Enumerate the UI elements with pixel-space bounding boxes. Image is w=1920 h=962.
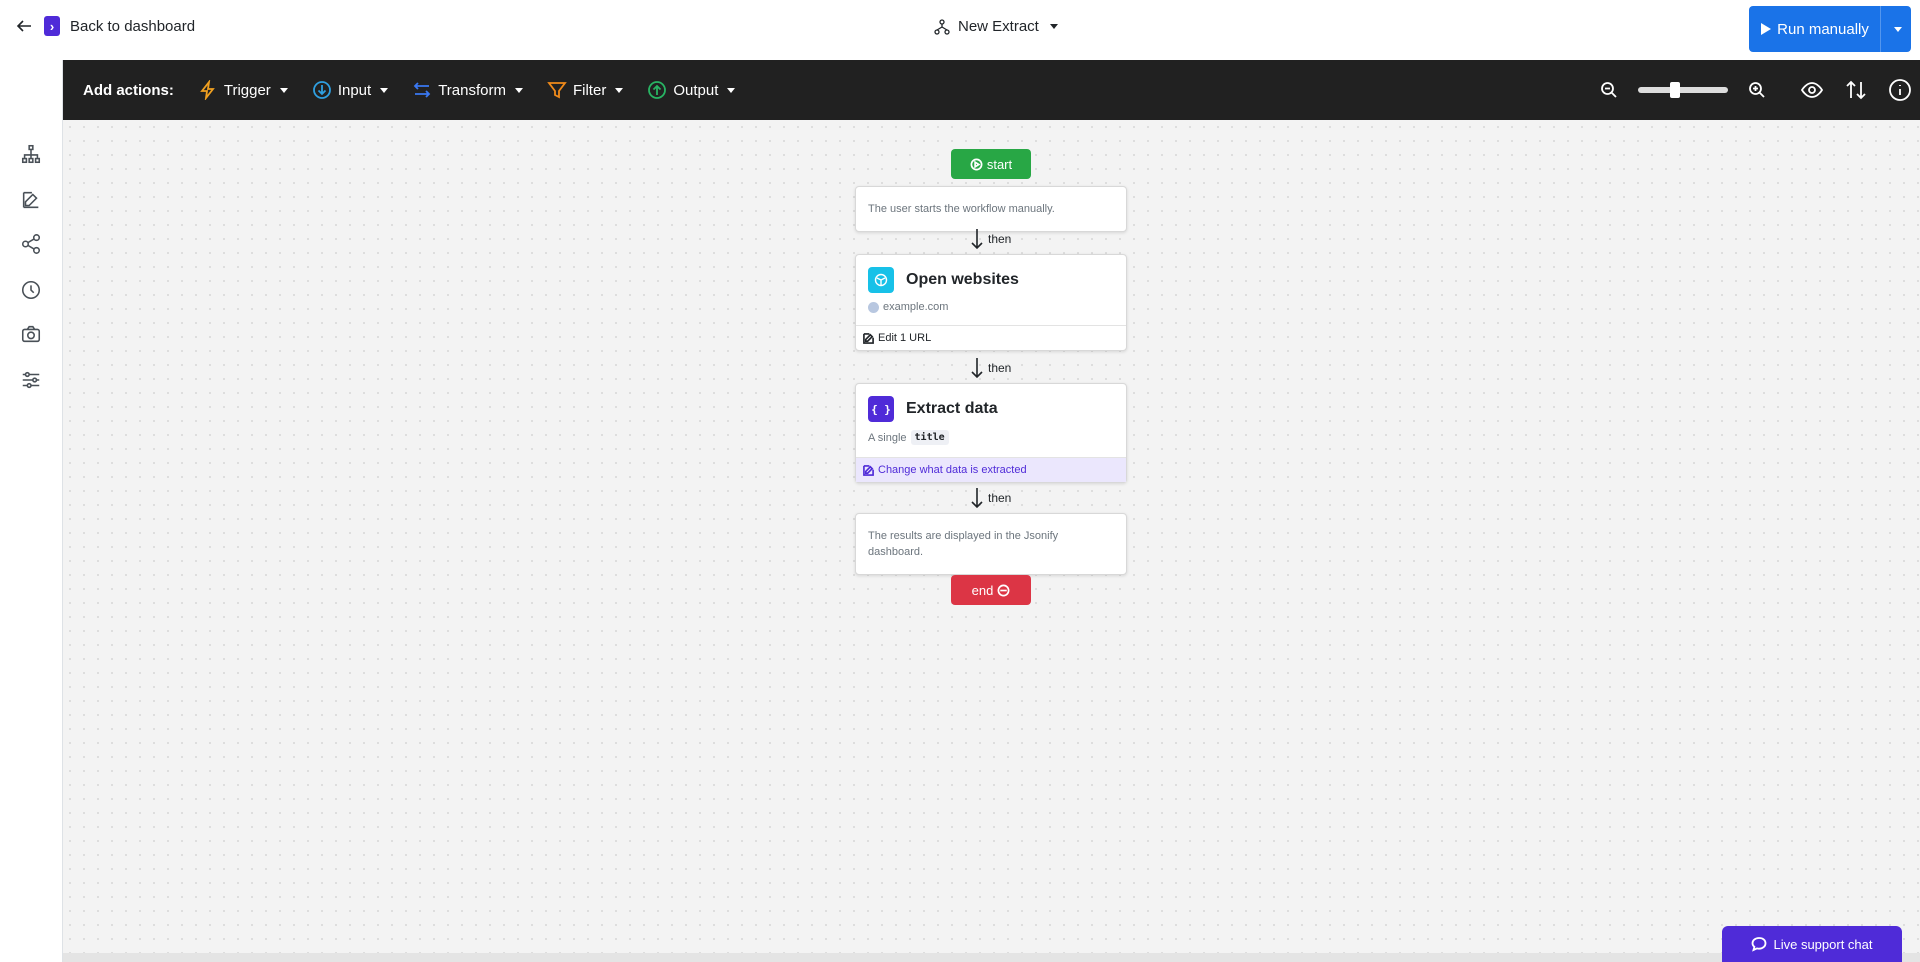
info-icon[interactable]	[1888, 78, 1912, 102]
zoom-slider-thumb[interactable]	[1670, 82, 1680, 98]
toolbar-right-controls	[1600, 60, 1920, 120]
edit-icon	[863, 332, 874, 344]
end-label: end	[971, 582, 994, 598]
start-note-card: The user starts the workflow manually.	[855, 186, 1127, 232]
live-support-chat-button[interactable]: Live support chat	[1722, 926, 1902, 962]
chevron-down-icon	[380, 87, 389, 93]
end-node[interactable]: end	[951, 575, 1031, 605]
chevron-down-icon	[1893, 26, 1902, 32]
card-title: Extract data	[906, 400, 998, 417]
zoom-in-icon[interactable]	[1748, 81, 1766, 99]
add-actions-label: Add actions:	[83, 81, 174, 99]
card-description: A single title	[856, 422, 1126, 457]
then-connector: then	[970, 357, 1011, 379]
sitemap-icon[interactable]	[19, 142, 43, 166]
card-title: Open websites	[906, 271, 1019, 288]
back-label: Back to dashboard	[70, 17, 196, 35]
edit-icon	[863, 464, 874, 476]
arrow-down-icon	[971, 229, 983, 250]
horizontal-scrollbar[interactable]	[63, 953, 1920, 962]
chevron-down-icon	[727, 87, 736, 93]
zoom-slider[interactable]	[1638, 82, 1728, 98]
run-main[interactable]: Run manually	[1749, 6, 1881, 52]
output-dropdown[interactable]: Output	[647, 80, 736, 100]
workflow-title-dropdown[interactable]: New Extract	[934, 18, 1058, 35]
trigger-label: Trigger	[223, 81, 271, 99]
end-note: The results are displayed in the Jsonify…	[868, 530, 1059, 558]
stop-circle-icon	[997, 584, 1010, 596]
then-label: then	[988, 361, 1012, 375]
chevron-down-icon	[514, 87, 523, 93]
play-circle-icon	[970, 158, 983, 170]
workflow-canvas[interactable]: start The user starts the workflow manua…	[63, 120, 1920, 962]
chevron-down-icon	[279, 87, 288, 93]
output-label: Output	[673, 81, 719, 99]
zoom-out-icon[interactable]	[1600, 81, 1618, 99]
input-dropdown[interactable]: Input	[312, 80, 389, 100]
run-label: Run manually	[1777, 20, 1869, 38]
sort-arrows-icon[interactable]	[1844, 78, 1868, 102]
start-note: The user starts the workflow manually.	[868, 203, 1055, 215]
transform-label: Transform	[438, 81, 506, 99]
chat-bubble-icon	[1752, 937, 1767, 952]
browser-icon	[868, 267, 894, 293]
run-options-toggle[interactable]	[1881, 6, 1911, 52]
open-websites-card[interactable]: Open websites example.com Edit 1 URL	[855, 254, 1127, 351]
workflow-title: New Extract	[958, 18, 1039, 35]
extract-data-card[interactable]: { } Extract data A single title Change w…	[855, 383, 1127, 483]
arrows-swap-icon	[413, 82, 431, 98]
transform-dropdown[interactable]: Transform	[412, 80, 523, 100]
change-extracted-label: Change what data is extracted	[878, 464, 1027, 476]
lightning-icon	[200, 80, 215, 100]
workflow-icon	[934, 18, 950, 35]
then-label: then	[988, 491, 1012, 505]
play-icon	[1761, 23, 1772, 35]
sliders-icon[interactable]	[19, 368, 43, 392]
change-extracted-data-button[interactable]: Change what data is extracted	[856, 457, 1126, 482]
braces-icon: { }	[868, 396, 894, 422]
eye-icon[interactable]	[1800, 78, 1824, 102]
globe-icon	[868, 301, 879, 313]
run-manually-button[interactable]: Run manually	[1749, 6, 1911, 52]
url-text: example.com	[883, 301, 949, 313]
start-node[interactable]: start	[951, 149, 1031, 179]
share-icon[interactable]	[19, 232, 43, 256]
back-to-dashboard-link[interactable]: › Back to dashboard	[14, 16, 195, 36]
camera-icon[interactable]	[19, 322, 43, 346]
chevron-down-icon	[615, 87, 624, 93]
edit-urls-button[interactable]: Edit 1 URL	[856, 325, 1126, 350]
input-label: Input	[337, 81, 372, 99]
edit-urls-label: Edit 1 URL	[878, 332, 932, 344]
arrow-down-icon	[971, 488, 983, 509]
field-chip: title	[910, 430, 949, 445]
then-connector: then	[970, 228, 1011, 250]
then-label: then	[988, 232, 1012, 246]
end-note-card: The results are displayed in the Jsonify…	[855, 513, 1127, 575]
support-label: Live support chat	[1773, 936, 1873, 952]
arrow-up-circle-icon	[648, 81, 667, 99]
actions-toolbar: Add actions: Trigger Input Transform Fil…	[63, 60, 1920, 120]
arrow-left-icon	[16, 20, 31, 32]
edit-icon[interactable]	[19, 188, 43, 212]
funnel-icon	[547, 82, 567, 99]
arrow-down-circle-icon	[312, 81, 331, 99]
left-sidebar	[0, 60, 63, 962]
start-label: start	[986, 156, 1013, 172]
trigger-dropdown[interactable]: Trigger	[198, 80, 288, 100]
history-icon[interactable]	[19, 278, 43, 302]
filter-label: Filter	[572, 81, 607, 99]
card-header: { } Extract data	[856, 384, 1126, 422]
filter-dropdown[interactable]: Filter	[547, 80, 624, 100]
card-url: example.com	[856, 293, 1126, 325]
arrow-down-icon	[971, 358, 983, 379]
chevron-down-icon	[1049, 24, 1058, 29]
then-connector: then	[970, 487, 1011, 509]
jsonify-logo: ›	[44, 16, 60, 36]
desc-prefix: A single	[868, 431, 907, 444]
top-header: › Back to dashboard New Extract Run manu…	[0, 0, 1920, 60]
card-header: Open websites	[856, 255, 1126, 293]
